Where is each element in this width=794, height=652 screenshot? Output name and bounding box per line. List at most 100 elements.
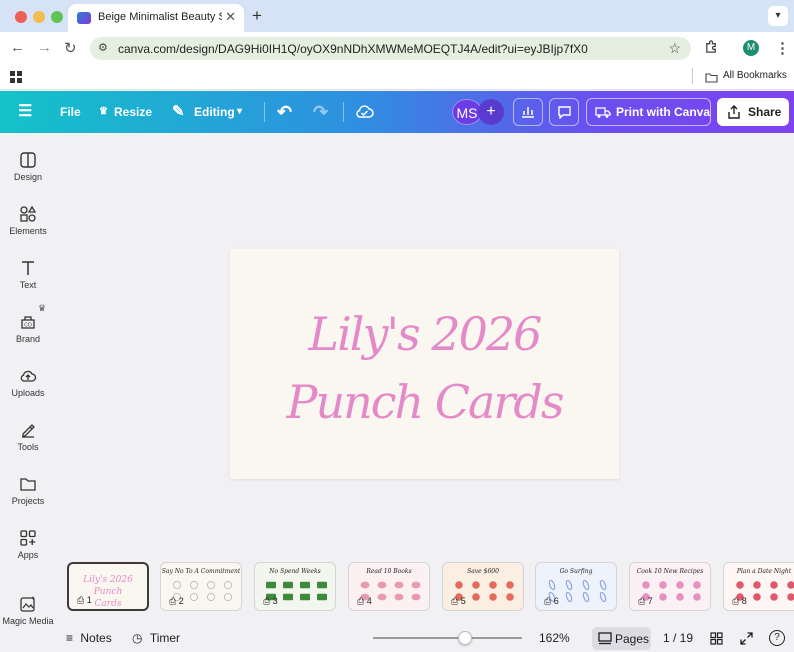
punch-marker [411,593,421,601]
pen-tool-icon [22,424,35,438]
forward-arrow-icon[interactable]: → [37,39,52,56]
sidebar-item-text[interactable]: Text [0,259,56,290]
punch-marker [506,581,514,589]
page-number: ⎙ 7 [638,596,653,607]
cloud-upload-icon [20,370,37,382]
close-tab-icon[interactable]: ✕ [225,9,236,25]
pages-button[interactable]: Pages [592,627,651,650]
zoom-slider-handle[interactable] [458,631,473,645]
printer-icon: ⎙ [544,596,554,606]
address-bar[interactable]: ⚙ canva.com/design/DAG9Hi0IH1Q/oyOX9nNDh… [90,37,691,60]
page-number: ⎙ 5 [451,596,466,607]
sidebar-item-brand[interactable]: CO Brand [0,313,56,344]
design-page-canvas[interactable]: Lily's 2026 Punch Cards [230,249,619,479]
canvas-title-line-1[interactable]: Lily's 2026 [230,307,619,361]
print-with-canva-button[interactable]: Print with Canva [586,98,711,126]
reload-icon[interactable]: ↻ [64,39,77,57]
punch-marker [283,581,293,589]
page-counter[interactable]: 1 / 19 [663,625,693,652]
punch-marker [377,581,387,589]
help-icon[interactable]: ? [769,630,785,646]
fullscreen-icon[interactable] [740,632,753,650]
sidebar-item-apps[interactable]: Apps [0,529,56,560]
grid-view-icon[interactable] [710,632,723,650]
sidebar-item-magic-media[interactable]: Magic Media [0,595,56,626]
page-thumbnail[interactable]: Cook 10 New Recipes ⎙ 7 [629,562,711,611]
punch-marker [548,580,556,591]
add-collaborator-button[interactable]: + [478,99,504,125]
timer-button[interactable]: ◷ Timer [132,625,180,652]
punch-marker [172,580,182,590]
folder-icon [705,70,718,88]
page-thumbnail[interactable]: Say No To A Commitment ⎙ 2 [160,562,242,611]
punch-marker [377,593,387,601]
svg-text:CO: CO [24,323,32,329]
zoom-slider[interactable] [373,631,522,645]
page-number: ⎙ 1 [77,595,92,606]
insights-chart-icon[interactable] [513,98,543,126]
punch-marker [599,591,607,602]
page-thumbnail[interactable]: Plan a Date Night ⎙ 8 [723,562,794,611]
new-tab-button[interactable]: + [252,6,262,26]
page-number-value: 7 [647,596,653,606]
printer-icon: ⎙ [263,596,273,606]
browser-tab[interactable]: Beige Minimalist Beauty Spa ✕ [68,4,244,32]
sidebar-item-design[interactable]: Design [0,151,56,182]
canvas-title-line-2[interactable]: Punch Cards [230,375,619,429]
punch-marker [659,593,667,601]
editing-mode-button[interactable]: Editing [194,91,235,133]
tab-search-button[interactable]: ▾ [768,6,788,26]
resize-button[interactable]: Resize [114,91,152,133]
left-sidebar: Design Elements Text ♛ CO Brand Uploads … [0,133,56,652]
crown-icon: ♛ [99,106,108,117]
punch-marker [489,593,497,601]
share-button[interactable]: Share [717,98,789,126]
punch-marker [582,580,590,591]
page-number-value: 4 [366,596,372,606]
sidebar-item-label: Brand [15,334,41,344]
undo-icon[interactable]: ↶ [277,91,292,133]
zoom-percentage[interactable]: 162% [539,625,570,652]
punch-marker [599,580,607,591]
editor-header: ☰ File ♛ Resize ✎ Editing ▾ ↶ ↷ MS + Pri… [0,91,794,133]
page-thumbnail[interactable]: Lily's 2026 Punch Cards ⎙ 1 [67,562,149,611]
punch-marker [300,593,310,601]
punch-marker [360,581,370,589]
sidebar-item-elements[interactable]: Elements [0,205,56,236]
header-divider [343,102,344,122]
minimize-window-button[interactable] [33,11,45,23]
punch-marker [411,581,421,589]
comment-icon[interactable] [549,98,579,126]
chevron-down-icon[interactable]: ▾ [237,91,242,133]
redo-icon[interactable]: ↷ [313,91,328,133]
profile-avatar[interactable]: M [743,40,759,56]
apps-grid-icon[interactable] [10,70,22,88]
extensions-icon[interactable] [704,39,719,58]
punch-marker [223,580,233,590]
notes-button[interactable]: ≡ Notes [66,625,112,652]
page-number-value: 8 [741,596,747,606]
sidebar-item-projects[interactable]: Projects [0,475,56,506]
main-menu-icon[interactable]: ☰ [18,91,32,133]
file-menu-button[interactable]: File [60,91,81,133]
close-window-button[interactable] [15,11,27,23]
back-arrow-icon[interactable]: ← [10,39,25,56]
page-thumbnail[interactable]: Go Surfing ⎙ 6 [535,562,617,611]
page-number: ⎙ 8 [732,596,747,607]
browser-menu-icon[interactable]: ⋮ [775,39,790,57]
page-thumbnail[interactable]: Save $600 ⎙ 5 [442,562,524,611]
sidebar-item-uploads[interactable]: Uploads [0,367,56,398]
printer-icon: ⎙ [77,595,87,605]
share-upload-icon [727,98,741,129]
punch-marker [472,593,480,601]
apps-icon [20,530,36,546]
all-bookmarks-link[interactable]: All Bookmarks [723,70,787,81]
maximize-window-button[interactable] [51,11,63,23]
site-settings-icon[interactable]: ⚙ [98,41,108,54]
sidebar-item-tools[interactable]: Tools [0,421,56,452]
bookmark-star-icon[interactable]: ☆ [668,40,681,57]
print-label: Print with Canva [616,105,711,119]
page-thumbnail[interactable]: No Spend Weeks ⎙ 3 [254,562,336,611]
cloud-saved-icon[interactable] [355,103,374,125]
page-thumbnail[interactable]: Read 10 Books ⎙ 4 [348,562,430,611]
